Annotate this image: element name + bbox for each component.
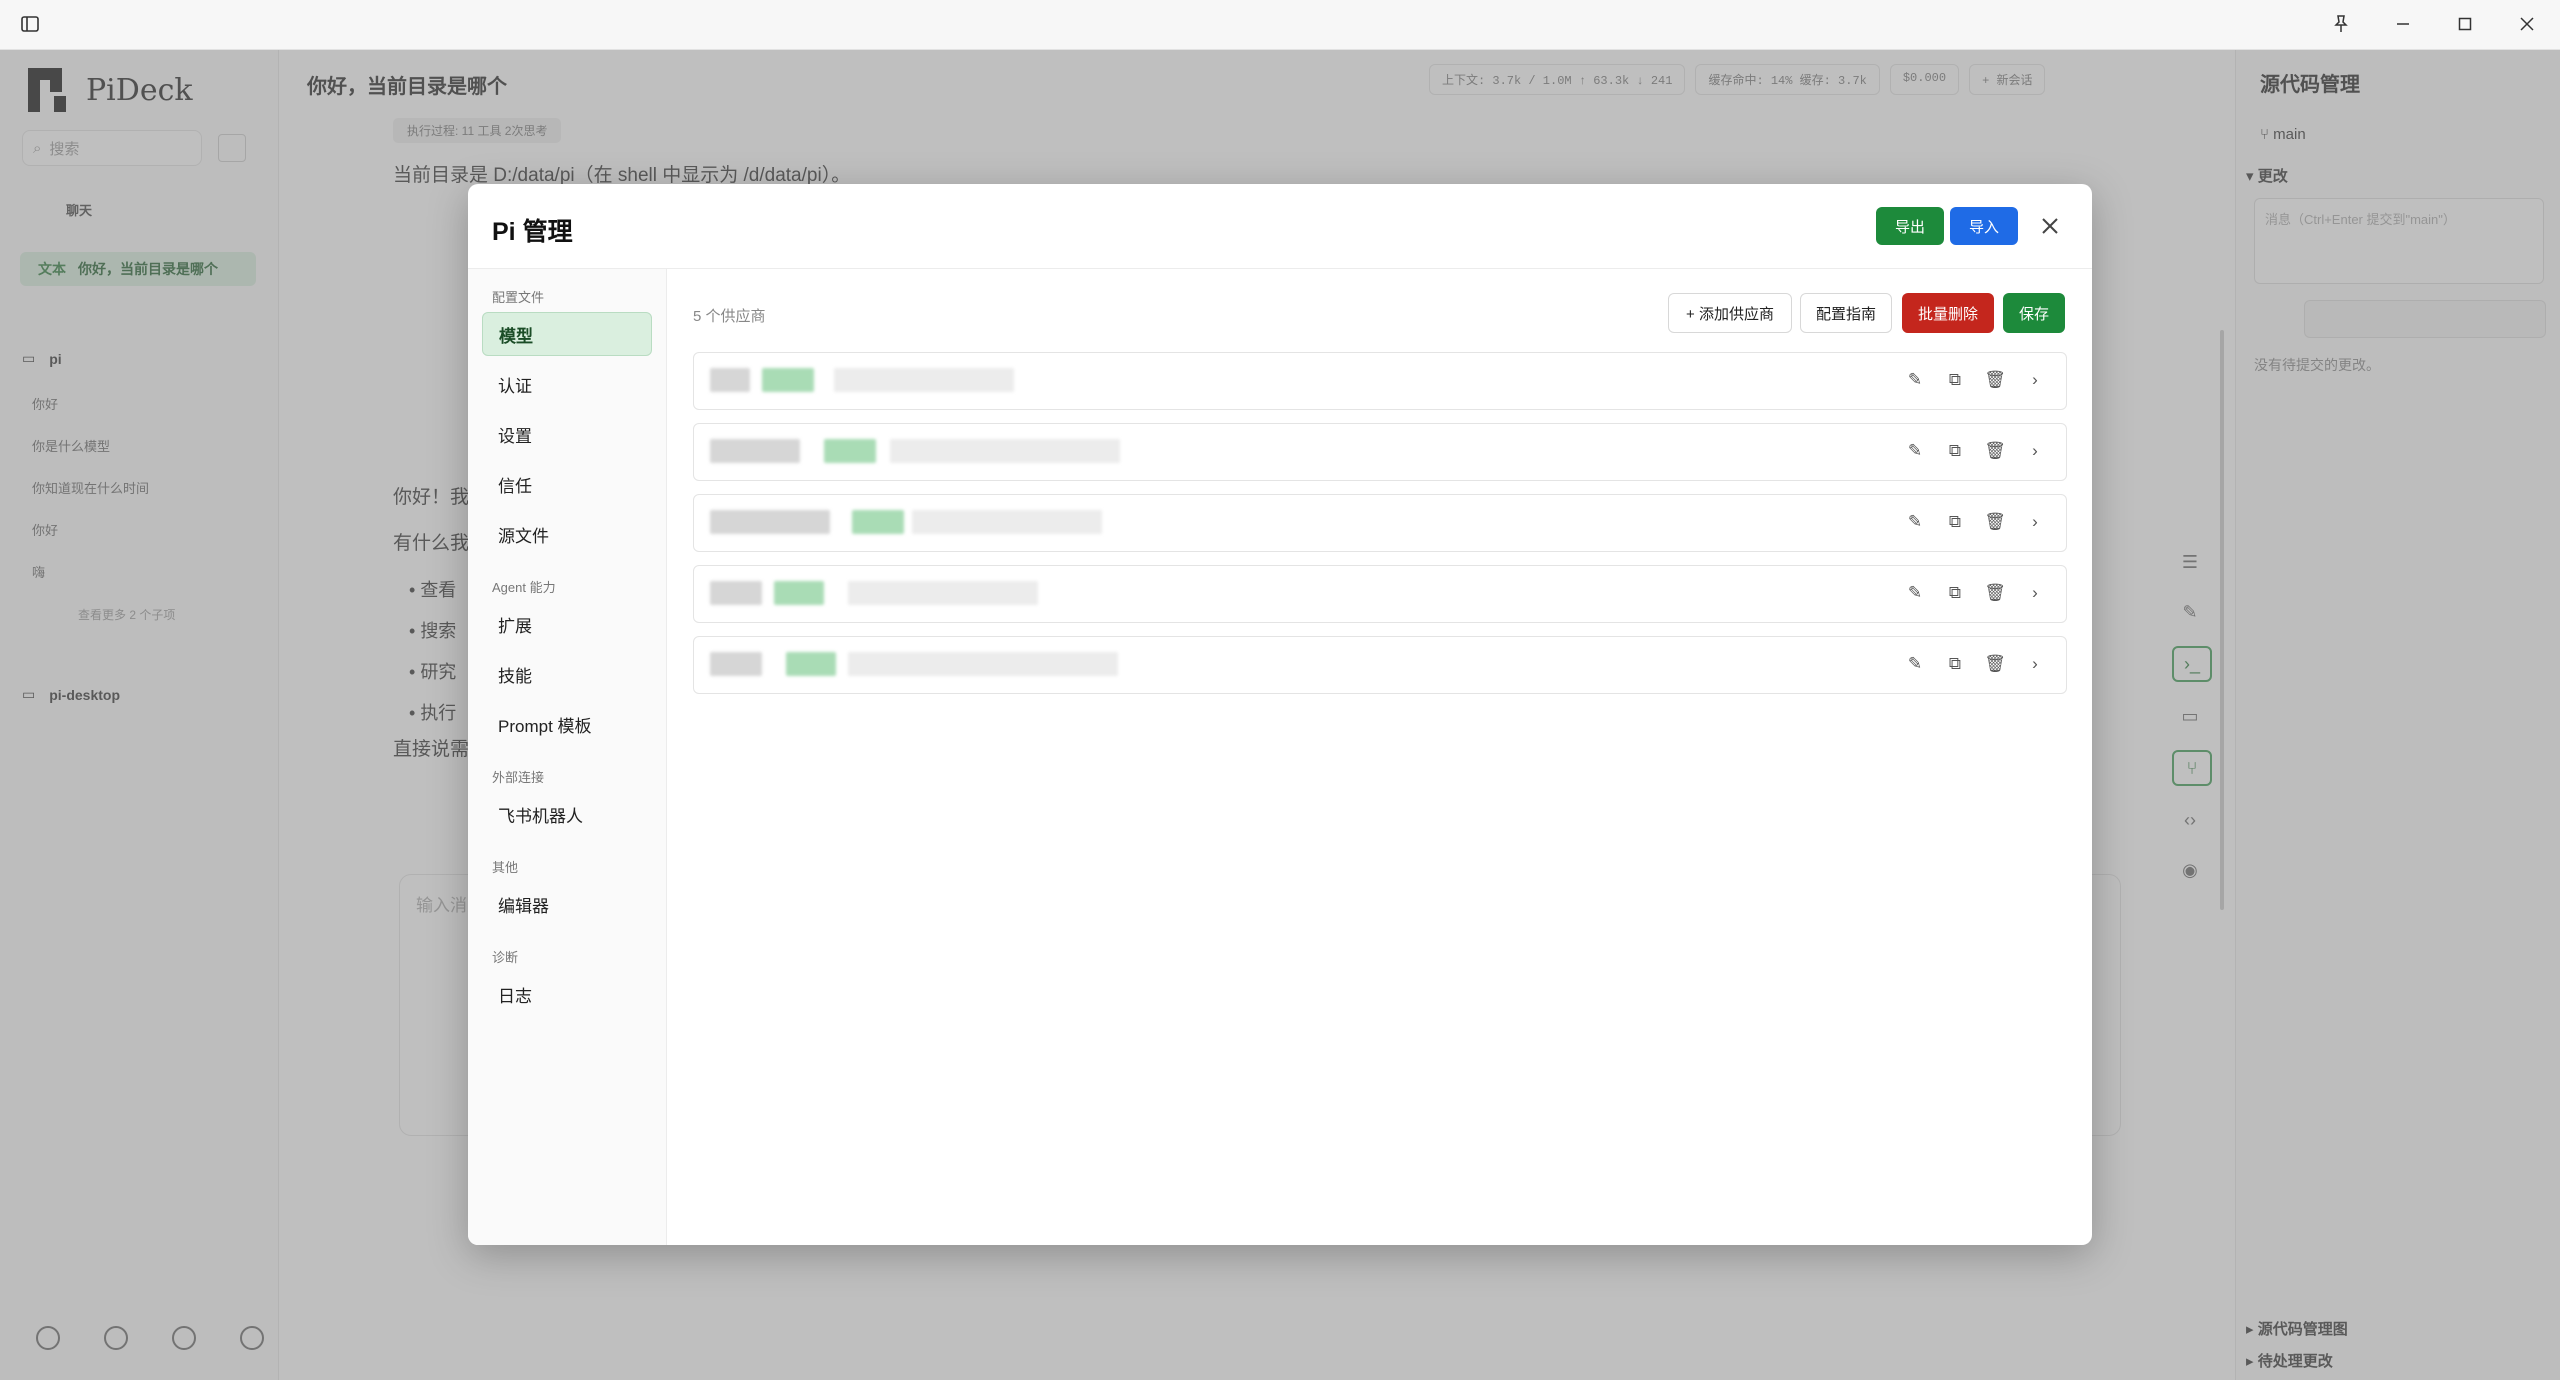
dialog-title: Pi 管理 [492, 218, 573, 246]
edit-icon[interactable]: ✎ [1904, 580, 1926, 606]
row-actions: ✎ ⧉ 🗑 › [1904, 367, 2046, 393]
redacted-provider-name [710, 368, 750, 392]
nav-item-source-files[interactable]: 源文件 [482, 512, 652, 556]
redacted-provider-tag [786, 652, 836, 676]
add-provider-button[interactable]: + 添加供应商 [1668, 293, 1792, 333]
nav-item-settings[interactable]: 设置 [482, 412, 652, 456]
provider-row[interactable]: ✎ ⧉ 🗑 › [693, 494, 2067, 552]
row-actions: ✎ ⧉ 🗑 › [1904, 651, 2046, 677]
nav-item-auth[interactable]: 认证 [482, 362, 652, 406]
edit-icon[interactable]: ✎ [1904, 367, 1926, 393]
nav-item-extensions[interactable]: 扩展 [482, 602, 652, 646]
trash-icon[interactable]: 🗑 [1984, 367, 2006, 393]
nav-group-label: Agent 能力 [492, 580, 556, 595]
chevron-right-icon[interactable]: › [2024, 509, 2046, 535]
redacted-provider-tag [762, 368, 814, 392]
chevron-right-icon[interactable]: › [2024, 367, 2046, 393]
pin-icon[interactable] [2330, 13, 2352, 35]
chevron-right-icon[interactable]: › [2024, 438, 2046, 464]
sidebar-toggle-icon[interactable] [19, 13, 41, 35]
redacted-provider-detail [834, 368, 1014, 392]
redacted-provider-tag [824, 439, 876, 463]
copy-icon[interactable]: ⧉ [1944, 509, 1966, 535]
batch-delete-button[interactable]: 批量删除 [1902, 293, 1994, 333]
redacted-provider-detail [848, 581, 1038, 605]
minimize-icon[interactable] [2392, 13, 2414, 35]
chevron-right-icon[interactable]: › [2024, 651, 2046, 677]
edit-icon[interactable]: ✎ [1904, 438, 1926, 464]
provider-row[interactable]: ✎ ⧉ 🗑 › [693, 565, 2067, 623]
copy-icon[interactable]: ⧉ [1944, 651, 1966, 677]
config-guide-button[interactable]: 配置指南 [1800, 293, 1892, 333]
nav-item-logs[interactable]: 日志 [482, 972, 652, 1016]
copy-icon[interactable]: ⧉ [1944, 438, 1966, 464]
provider-row[interactable]: ✎ ⧉ 🗑 › [693, 352, 2067, 410]
redacted-provider-name [710, 652, 762, 676]
nav-item-skills[interactable]: 技能 [482, 652, 652, 696]
row-actions: ✎ ⧉ 🗑 › [1904, 580, 2046, 606]
row-actions: ✎ ⧉ 🗑 › [1904, 509, 2046, 535]
nav-group-label: 外部连接 [492, 770, 545, 785]
copy-icon[interactable]: ⧉ [1944, 367, 1966, 393]
maximize-icon[interactable] [2454, 13, 2476, 35]
nav-item-trust[interactable]: 信任 [482, 462, 652, 506]
trash-icon[interactable]: 🗑 [1984, 651, 2006, 677]
dialog-header: Pi 管理 导出 导入 [468, 184, 2092, 269]
nav-item-models[interactable]: 模型 [482, 312, 652, 356]
nav-item-feishu-bot[interactable]: 飞书机器人 [482, 792, 652, 836]
save-button[interactable]: 保存 [2003, 293, 2065, 333]
models-content: 5 个供应商 + 添加供应商 配置指南 批量删除 保存 ✎ ⧉ 🗑 › ✎ ⧉ … [667, 269, 2092, 1245]
nav-group-label: 配置文件 [492, 290, 545, 305]
edit-icon[interactable]: ✎ [1904, 509, 1926, 535]
provider-row[interactable]: ✎ ⧉ 🗑 › [693, 636, 2067, 694]
redacted-provider-name [710, 510, 830, 534]
provider-list: ✎ ⧉ 🗑 › ✎ ⧉ 🗑 › ✎ ⧉ 🗑 › ✎ ⧉ 🗑 › ✎ ⧉ 🗑 › [693, 352, 2067, 707]
nav-item-prompt-templates[interactable]: Prompt 模板 [482, 702, 652, 746]
export-button[interactable]: 导出 [1876, 207, 1944, 245]
redacted-provider-detail [890, 439, 1120, 463]
redacted-provider-detail [912, 510, 1102, 534]
redacted-provider-name [710, 581, 762, 605]
provider-row[interactable]: ✎ ⧉ 🗑 › [693, 423, 2067, 481]
redacted-provider-name [710, 439, 800, 463]
window-titlebar [0, 0, 2560, 50]
nav-item-editor[interactable]: 编辑器 [482, 882, 652, 926]
redacted-provider-tag [774, 581, 824, 605]
import-button[interactable]: 导入 [1950, 207, 2018, 245]
trash-icon[interactable]: 🗑 [1984, 580, 2006, 606]
chevron-right-icon[interactable]: › [2024, 580, 2046, 606]
close-icon[interactable] [2034, 210, 2066, 242]
redacted-provider-tag [852, 510, 904, 534]
trash-icon[interactable]: 🗑 [1984, 509, 2006, 535]
settings-nav: 配置文件 模型 认证 设置 信任 源文件 Agent 能力 扩展 技能 Prom… [468, 269, 667, 1245]
nav-group-label: 其他 [492, 860, 519, 875]
row-actions: ✎ ⧉ 🗑 › [1904, 438, 2046, 464]
copy-icon[interactable]: ⧉ [1944, 580, 1966, 606]
trash-icon[interactable]: 🗑 [1984, 438, 2006, 464]
redacted-provider-detail [848, 652, 1118, 676]
close-icon[interactable] [2516, 13, 2538, 35]
edit-icon[interactable]: ✎ [1904, 651, 1926, 677]
provider-count: 5 个供应商 [693, 308, 766, 325]
nav-group-label: 诊断 [492, 950, 519, 965]
pi-management-dialog: Pi 管理 导出 导入 配置文件 模型 认证 设置 信任 源文件 Agent 能… [468, 184, 2092, 1245]
